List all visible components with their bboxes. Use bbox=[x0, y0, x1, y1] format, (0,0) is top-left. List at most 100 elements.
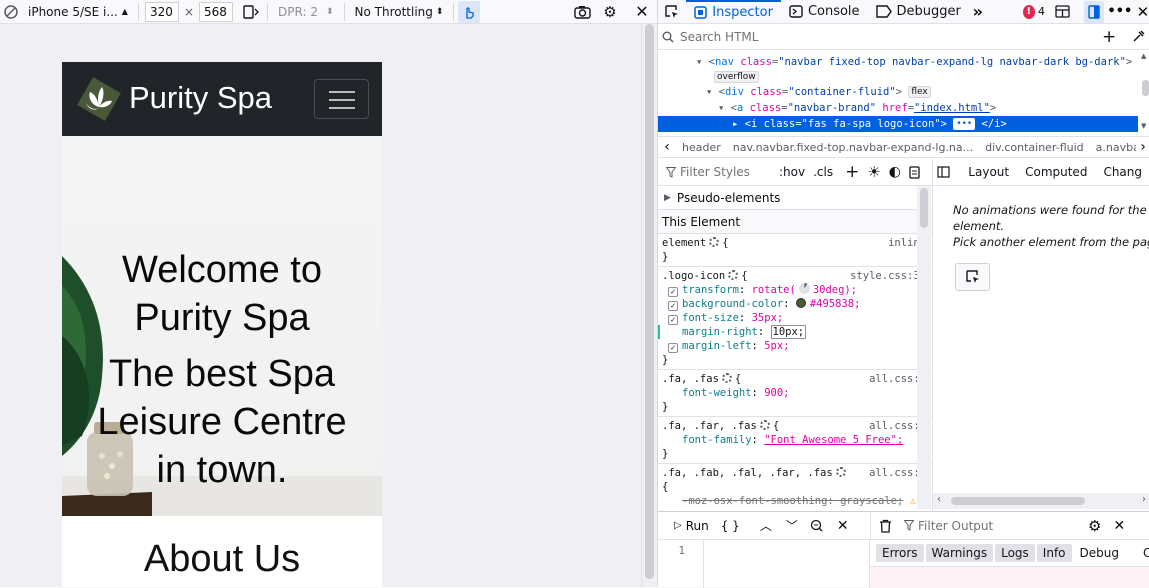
screenshot-icon[interactable] bbox=[570, 1, 594, 23]
declaration-background-color[interactable]: ✓ background-color: #495838; bbox=[662, 297, 928, 311]
filter-output-input[interactable]: Filter Output bbox=[918, 519, 1088, 533]
more-tabs-icon[interactable]: » bbox=[969, 2, 987, 21]
device-selector[interactable]: iPhone 5/SE i... ▲ bbox=[22, 1, 134, 23]
hov-toggle[interactable]: :hov bbox=[775, 165, 809, 179]
run-button[interactable]: ▷ Run bbox=[674, 519, 709, 533]
css-rule-fa-fab[interactable]: .fa, .fab, .fal, .far, .fas all.css:5 { … bbox=[658, 464, 932, 510]
cls-toggle[interactable]: .cls bbox=[809, 165, 837, 179]
console-editor[interactable]: 1 bbox=[658, 540, 870, 588]
expand-toggle-icon[interactable]: ▾ bbox=[696, 56, 709, 68]
close-console-icon[interactable]: ✕ bbox=[1113, 518, 1125, 534]
filter-info[interactable]: Info bbox=[1036, 544, 1072, 562]
dark-scheme-icon[interactable]: ◐ bbox=[885, 164, 905, 180]
site-brand[interactable]: Purity Spa bbox=[129, 80, 272, 116]
trash-icon[interactable] bbox=[879, 519, 892, 533]
filter-css[interactable]: CSS bbox=[1137, 544, 1149, 562]
toggle-sidebar-icon[interactable] bbox=[933, 166, 954, 178]
width-input[interactable]: 320 bbox=[144, 1, 179, 22]
declaration-font-size[interactable]: ✓ font-size: 35px; bbox=[662, 311, 928, 325]
chevron-down-icon[interactable]: ﹀ bbox=[786, 517, 798, 534]
declaration-margin-left[interactable]: ✓ margin-left: 5px; bbox=[662, 339, 928, 353]
rotate-viewport-icon[interactable] bbox=[239, 1, 263, 23]
throttling-selector[interactable]: No Throttling ⬍ bbox=[349, 1, 450, 23]
close-editor-icon[interactable]: ✕ bbox=[837, 518, 849, 534]
chevron-up-icon[interactable]: ︿ bbox=[760, 517, 772, 534]
spa-logo-icon[interactable] bbox=[75, 75, 122, 122]
chevron-left-icon[interactable]: ‹ bbox=[658, 139, 676, 155]
breadcrumb-item[interactable]: div.container-fluid bbox=[979, 141, 1090, 154]
rdm-scrollbar[interactable] bbox=[641, 24, 657, 587]
markup-node-a[interactable]: ▾ <a class="navbar-brand" href="index.ht… bbox=[658, 100, 1138, 116]
split-console-icon[interactable] bbox=[1053, 5, 1072, 18]
eyedropper-icon[interactable] bbox=[1132, 30, 1145, 43]
breadcrumb-item[interactable]: header bbox=[676, 141, 727, 154]
tab-inspector[interactable]: Inspector bbox=[686, 0, 781, 24]
close-devtools-icon[interactable]: ✕ bbox=[1136, 3, 1149, 21]
overflow-badge[interactable]: overflow bbox=[714, 71, 759, 83]
search-html-input[interactable]: Search HTML bbox=[680, 30, 758, 44]
error-icon[interactable]: ! bbox=[1022, 4, 1035, 19]
gear-icon[interactable] bbox=[721, 373, 732, 383]
markup-search-bar[interactable]: Search HTML + bbox=[658, 24, 1149, 50]
settings-gear-icon[interactable]: ⚙ bbox=[598, 1, 622, 23]
gear-icon[interactable] bbox=[709, 237, 720, 247]
flex-badge[interactable]: flex bbox=[908, 86, 931, 98]
add-node-icon[interactable]: + bbox=[1102, 27, 1116, 47]
filter-debug[interactable]: Debug bbox=[1074, 544, 1125, 562]
add-rule-icon[interactable]: + bbox=[841, 162, 863, 182]
horizontal-scrollbar[interactable]: ‹ › bbox=[933, 493, 1149, 509]
pseudo-elements-toggle[interactable]: ▶ Pseudo-elements bbox=[658, 186, 932, 210]
responsive-mode-icon[interactable] bbox=[1084, 0, 1104, 23]
tab-layout[interactable]: Layout bbox=[960, 165, 1017, 179]
declaration-checkbox[interactable]: ✓ bbox=[668, 315, 678, 325]
angle-swatch-icon[interactable] bbox=[798, 283, 810, 294]
declaration-checkbox[interactable]: ✓ bbox=[668, 287, 678, 297]
css-rule-fa-fas[interactable]: .fa, .fas{ all.css:5 font-weight: 900; } bbox=[658, 370, 932, 417]
declaration-margin-right-editing[interactable]: margin-right: 10px; bbox=[658, 325, 928, 339]
height-input[interactable]: 568 bbox=[199, 1, 234, 22]
filter-logs[interactable]: Logs bbox=[995, 544, 1035, 562]
markup-node-i-selected[interactable]: ▸ <i class="fas fa-spa logo-icon"> ••• <… bbox=[658, 116, 1138, 132]
touch-simulation-icon[interactable] bbox=[458, 0, 481, 23]
tab-computed[interactable]: Computed bbox=[1017, 165, 1095, 179]
css-rule-element[interactable]: element{ inline } bbox=[658, 234, 932, 267]
declaration-checkbox[interactable]: ✓ bbox=[668, 301, 678, 311]
element-picker-icon[interactable] bbox=[658, 0, 686, 24]
warning-icon[interactable]: ⚠ bbox=[910, 495, 916, 507]
filter-warnings[interactable]: Warnings bbox=[925, 544, 994, 562]
scrollbar-thumb[interactable] bbox=[645, 24, 654, 579]
value-editor[interactable]: 10px; bbox=[770, 325, 807, 339]
gear-icon[interactable] bbox=[835, 467, 846, 477]
navbar-toggler-button[interactable] bbox=[314, 79, 369, 119]
search-icon[interactable] bbox=[810, 519, 823, 532]
chevron-right-icon[interactable]: › bbox=[1136, 139, 1149, 155]
markup-scrollbar[interactable]: ▲ ▼ bbox=[1140, 50, 1149, 134]
css-rule-fa-far-fas[interactable]: .fa, .far, .fas{ all.css:5 font-family: … bbox=[658, 417, 932, 464]
rules-scrollbar[interactable] bbox=[917, 186, 931, 509]
markup-node-nav[interactable]: ▾ <nav class="navbar fixed-top navbar-ex… bbox=[658, 54, 1138, 70]
declaration-transform[interactable]: ✓ transform: rotate(30deg); bbox=[662, 283, 928, 297]
gear-icon[interactable] bbox=[728, 270, 739, 280]
close-icon[interactable]: ✕ bbox=[630, 1, 654, 23]
color-swatch[interactable] bbox=[795, 298, 806, 308]
close-rdm-icon[interactable] bbox=[0, 1, 22, 23]
more-menu-icon[interactable]: ••• bbox=[1107, 4, 1132, 19]
css-rule-logo-icon[interactable]: .logo-icon{ style.css:31 ✓ transform: rot… bbox=[658, 267, 932, 370]
tab-console[interactable]: Console bbox=[781, 0, 868, 24]
declaration-checkbox[interactable]: ✓ bbox=[668, 343, 678, 353]
tab-debugger[interactable]: Debugger bbox=[868, 0, 969, 24]
console-settings-gear-icon[interactable]: ⚙ bbox=[1088, 517, 1101, 535]
error-count[interactable]: 4 bbox=[1038, 5, 1045, 18]
pretty-print-button[interactable]: { } bbox=[721, 519, 740, 533]
filter-errors[interactable]: Errors bbox=[876, 544, 924, 562]
pick-element-button[interactable] bbox=[955, 263, 990, 291]
rule-source[interactable]: style.css:31 bbox=[850, 269, 926, 283]
collapsed-ellipsis-badge[interactable]: ••• bbox=[953, 118, 976, 130]
light-scheme-icon[interactable]: ☀ bbox=[863, 163, 884, 181]
markup-node-div[interactable]: ▾ <div class="container-fluid"> flex bbox=[658, 84, 1138, 100]
filter-styles-input[interactable]: Filter Styles bbox=[680, 165, 775, 179]
tab-changes[interactable]: Chang bbox=[1095, 165, 1149, 179]
print-media-icon[interactable] bbox=[905, 165, 924, 179]
gear-icon[interactable] bbox=[759, 420, 770, 430]
dpr-selector[interactable]: DPR: 2 ⬍ bbox=[272, 1, 339, 23]
